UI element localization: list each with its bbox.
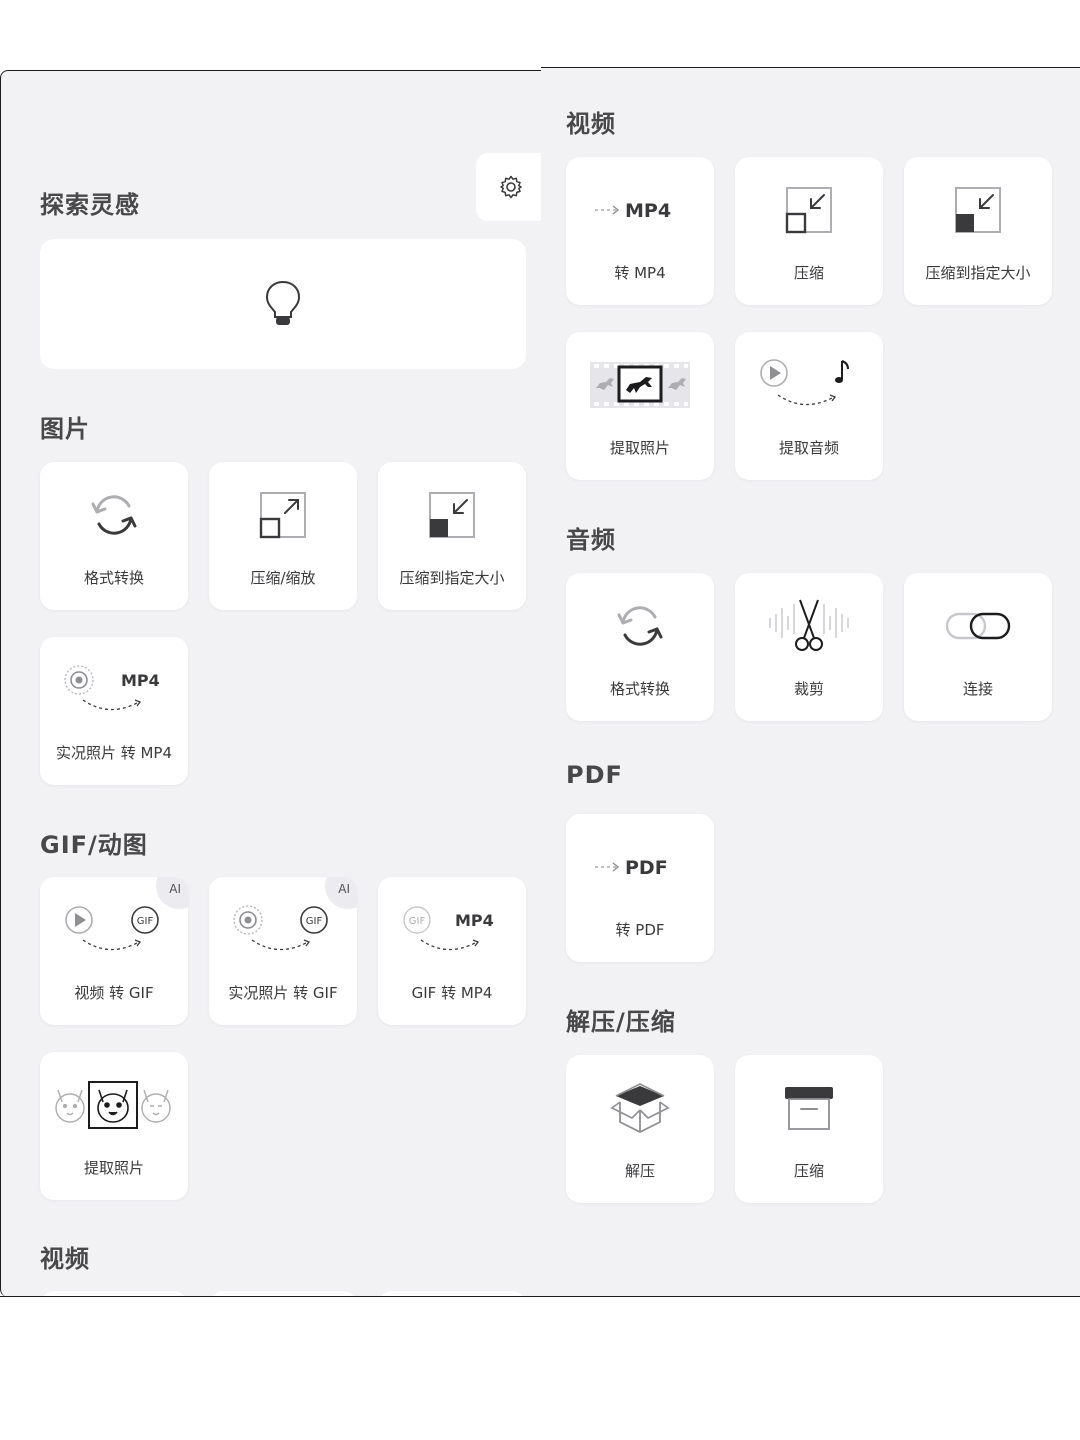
section-title-video: 视频 — [566, 110, 616, 138]
to-pdf-icon: PDF — [595, 857, 668, 879]
tile-label: 连接 — [962, 680, 993, 698]
tile-audio-trim[interactable]: 裁剪 — [735, 573, 883, 721]
tile-label: 提取照片 — [609, 439, 670, 457]
ai-badge-label: AI — [169, 882, 181, 896]
tile-gif-extract-photos[interactable]: 提取照片 — [40, 1052, 188, 1200]
tile-label: GIF 转 MP4 — [411, 984, 493, 1002]
tile-label: 提取音频 — [778, 439, 839, 457]
tile-label: 压缩 — [793, 264, 824, 282]
bottom-border — [0, 1296, 1080, 1297]
mp4-text: MP4 — [121, 671, 160, 690]
gif-to-mp4-icon: GIF MP4 — [403, 906, 494, 951]
film-strip-icon — [590, 362, 690, 408]
mp4-text: MP4 — [625, 200, 671, 222]
section-title-archive: 解压/压缩 — [566, 1008, 676, 1036]
left-panel: 探索灵感 图片 格式转换 压缩/缩放 压缩到指定大小 MP4 实况照片 转 MP… — [0, 70, 541, 1297]
tile-to-pdf[interactable]: PDF 转 PDF — [566, 814, 714, 962]
archive-box-icon — [785, 1087, 833, 1130]
live-photo-to-mp4-icon: MP4 — [64, 665, 160, 711]
tile-label: 实况照片 转 MP4 — [55, 744, 173, 762]
refresh-icon — [91, 495, 137, 535]
refresh-icon — [617, 606, 663, 646]
tile-video-to-mp4[interactable]: MP4 转 MP4 — [566, 157, 714, 305]
tile-gif-to-mp4[interactable]: GIF MP4 GIF 转 MP4 — [378, 877, 526, 1025]
tile-label: 提取照片 — [83, 1159, 144, 1177]
tile-label: 实况照片 转 GIF — [228, 984, 338, 1002]
tile-live-photo-to-gif[interactable]: AI GIF 实况照片 转 GIF — [209, 877, 357, 1025]
tile-label: 压缩到指定大小 — [925, 264, 1031, 282]
inspire-card[interactable] — [40, 239, 526, 369]
tile-image-format-convert[interactable]: 格式转换 — [40, 462, 188, 610]
section-title-video: 视频 — [40, 1245, 90, 1273]
tile-video-to-gif[interactable]: AI GIF 视频 转 GIF — [40, 877, 188, 1025]
pdf-text: PDF — [625, 857, 668, 879]
tile-extract-archive[interactable]: 解压 — [566, 1055, 714, 1203]
tile-video-extract-audio[interactable]: 提取音频 — [735, 332, 883, 480]
extract-audio-icon — [760, 359, 849, 406]
tile-live-photo-to-mp4[interactable]: MP4 实况照片 转 MP4 — [40, 637, 188, 785]
to-mp4-icon: MP4 — [595, 200, 671, 222]
gear-icon — [500, 175, 522, 199]
section-title-inspire: 探索灵感 — [40, 191, 140, 219]
live-photo-to-gif-icon: GIF — [233, 905, 328, 951]
mp4-text: MP4 — [455, 911, 494, 930]
video-to-gif-icon: GIF — [65, 906, 159, 951]
tile-image-compress-to-size[interactable]: 压缩到指定大小 — [378, 462, 526, 610]
settings-button[interactable] — [476, 153, 541, 221]
lightbulb-icon — [265, 280, 301, 325]
compress-to-size-icon — [955, 187, 1001, 233]
tile-label: 视频 转 GIF — [74, 984, 154, 1002]
section-title-audio: 音频 — [566, 526, 616, 554]
compress-icon — [785, 187, 832, 234]
link-icon — [945, 612, 1011, 640]
resize-expand-icon — [259, 492, 306, 539]
tile-label: 格式转换 — [609, 680, 670, 698]
tile-label: 转 MP4 — [614, 264, 666, 282]
right-panel: 视频 MP4 转 MP4 压缩 压缩到指定大小 提取照片 提取音频 音频 格式转… — [541, 67, 1080, 1297]
dog-frames-icon — [55, 1081, 171, 1129]
tile-video-compress[interactable]: 压缩 — [735, 157, 883, 305]
tile-label: 压缩/缩放 — [250, 569, 316, 587]
gif-text: GIF — [306, 916, 323, 927]
tile-label: 解压 — [624, 1162, 655, 1180]
tile-image-compress-resize[interactable]: 压缩/缩放 — [209, 462, 357, 610]
compress-to-size-icon — [429, 492, 475, 538]
tile-compress-archive[interactable]: 压缩 — [735, 1055, 883, 1203]
ai-badge-label: AI — [338, 882, 350, 896]
tile-video-compress-to-size[interactable]: 压缩到指定大小 — [904, 157, 1052, 305]
tile-label: 压缩到指定大小 — [399, 569, 505, 587]
gif-text: GIF — [409, 916, 426, 927]
tile-label: 压缩 — [793, 1162, 824, 1180]
section-title-image: 图片 — [40, 415, 90, 443]
section-title-gif: GIF/动图 — [40, 831, 148, 859]
scissors-icon — [769, 599, 849, 651]
open-box-icon — [610, 1083, 670, 1134]
tile-video-extract-photos[interactable]: 提取照片 — [566, 332, 714, 480]
tile-label: 转 PDF — [615, 921, 665, 939]
tile-audio-format-convert[interactable]: 格式转换 — [566, 573, 714, 721]
tile-label: 格式转换 — [83, 569, 144, 587]
section-title-pdf: PDF — [566, 761, 623, 789]
tile-audio-join[interactable]: 连接 — [904, 573, 1052, 721]
tile-label: 裁剪 — [793, 680, 824, 698]
gif-text: GIF — [137, 916, 154, 927]
